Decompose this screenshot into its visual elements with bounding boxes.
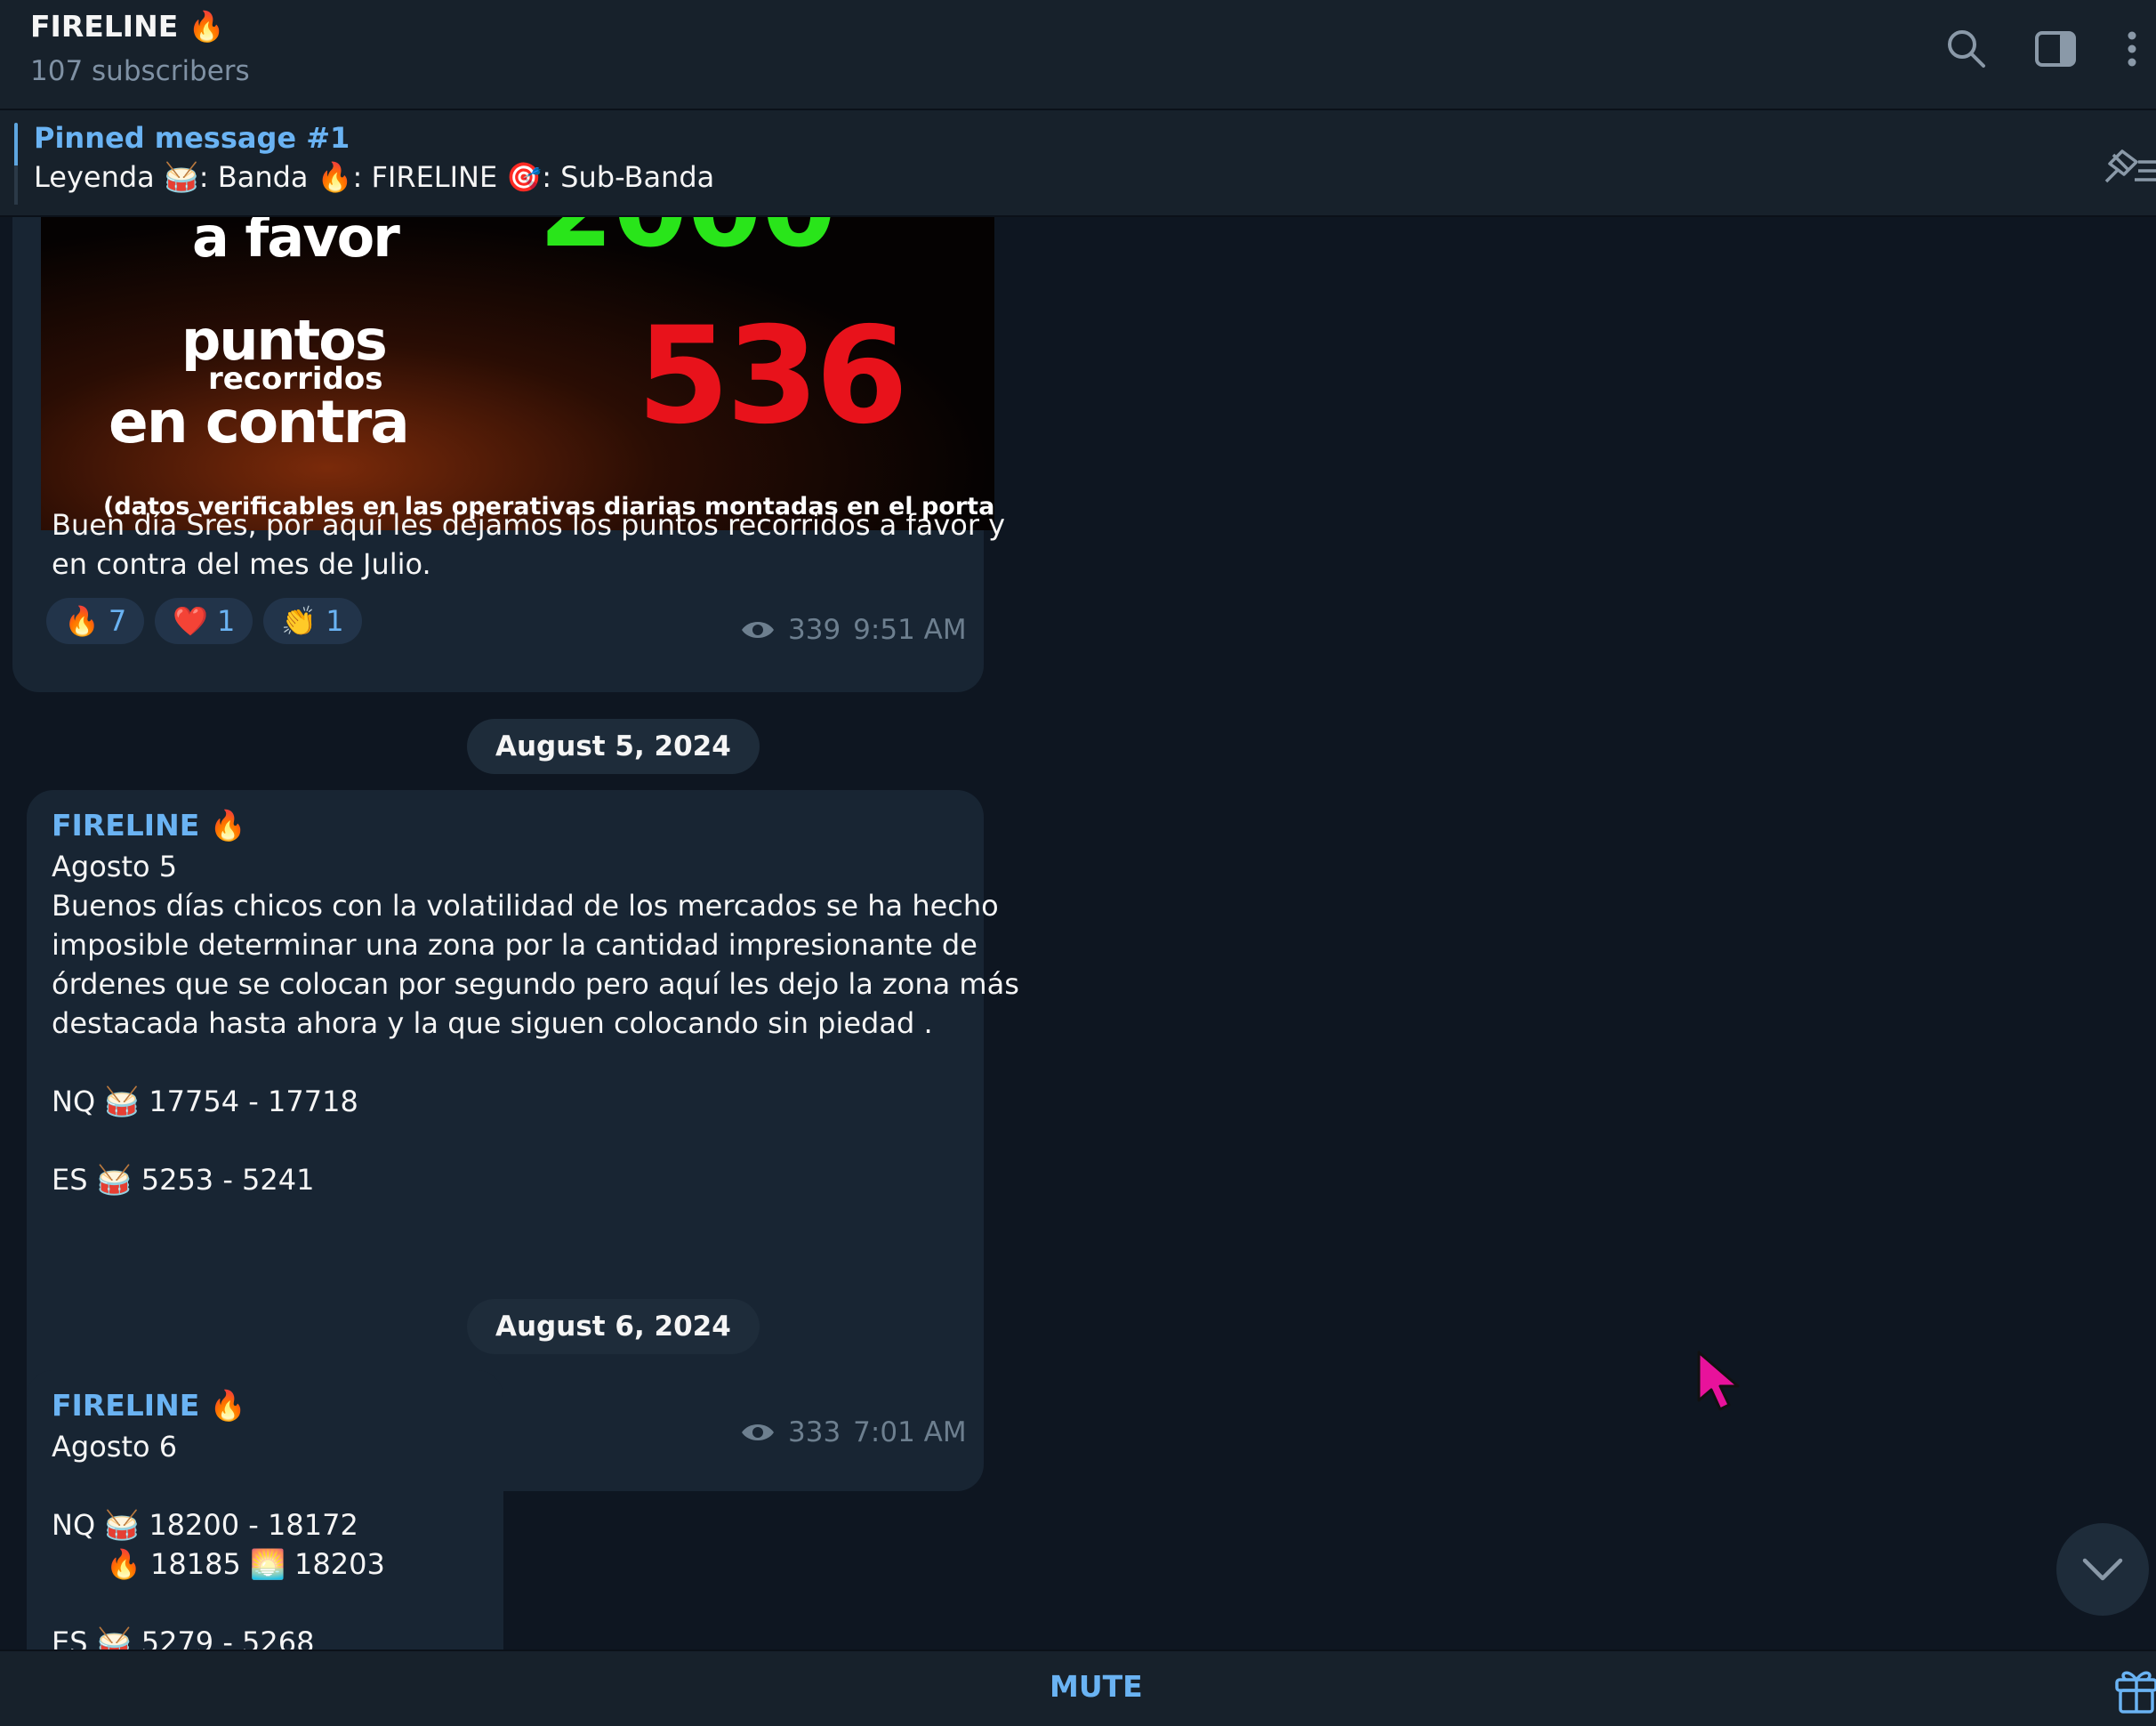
mouse-cursor-icon xyxy=(1697,1351,1740,1411)
message-text: Buen día Sres, por aquí les dejamos los … xyxy=(52,508,1006,581)
reaction-list: 🔥 7 ❤️ 1 👏 1 xyxy=(46,598,362,644)
more-vertical-icon[interactable] xyxy=(2112,25,2156,73)
photo-number-favor: 2000 xyxy=(539,217,836,271)
message-meta: 339 9:51 AM xyxy=(740,614,967,646)
reaction-clap[interactable]: 👏 1 xyxy=(263,598,362,644)
message-bubble[interactable]: a favor 2000 puntos recorridos en contra… xyxy=(12,217,1005,692)
chevron-down-icon xyxy=(2082,1558,2123,1581)
pinned-message-bar[interactable]: Pinned message #1 Leyenda 🥁: Banda 🔥: FI… xyxy=(0,110,2156,217)
message-sender[interactable]: FIRELINE 🔥 xyxy=(52,808,246,843)
reaction-emoji: 🔥 xyxy=(64,604,100,638)
date-separator: August 5, 2024 xyxy=(467,719,760,774)
reaction-emoji: 👏 xyxy=(281,604,318,638)
pinned-list-icon[interactable] xyxy=(2099,142,2156,189)
sidebar-toggle-icon[interactable] xyxy=(2031,25,2080,73)
gift-icon[interactable] xyxy=(2113,1664,2156,1714)
reaction-count: 7 xyxy=(108,604,127,638)
photo-text-en-contra: en contra xyxy=(109,388,410,456)
message-photo[interactable]: a favor 2000 puntos recorridos en contra… xyxy=(41,217,994,530)
photo-number-contra: 536 xyxy=(637,299,908,454)
message-text: Agosto 6 NQ 🥁 18200 - 18172 🔥 18185 🌅 18… xyxy=(52,1430,385,1649)
reaction-count: 1 xyxy=(326,604,344,638)
pinned-text: Leyenda 🥁: Banda 🔥: FIRELINE 🎯: Sub-Band… xyxy=(34,160,715,194)
message-sender[interactable]: FIRELINE 🔥 xyxy=(52,1388,246,1424)
views-eye-icon xyxy=(742,1424,774,1440)
reaction-count: 1 xyxy=(217,604,236,638)
reaction-fire[interactable]: 🔥 7 xyxy=(46,598,145,644)
message-bubble[interactable]: FIRELINE 🔥 Agosto 6 NQ 🥁 18200 - 18172 🔥… xyxy=(27,1370,503,1649)
photo-text-a-favor: a favor xyxy=(192,217,400,270)
message-text: Agosto 5 Buenos días chicos con la volat… xyxy=(52,850,1019,1197)
bottom-bar: MUTE xyxy=(0,1649,2156,1726)
pinned-title: Pinned message #1 xyxy=(34,121,350,155)
scroll-to-bottom-button[interactable] xyxy=(2056,1523,2149,1616)
channel-title[interactable]: FIRELINE 🔥 xyxy=(30,9,225,44)
views-eye-icon xyxy=(742,622,774,638)
message-time: 9:51 AM xyxy=(853,614,967,646)
chat-header: FIRELINE 🔥 107 subscribers xyxy=(0,0,2156,110)
pinned-indicator-secondary xyxy=(14,165,18,205)
reaction-emoji: ❤️ xyxy=(173,604,209,638)
message-list[interactable]: a favor 2000 puntos recorridos en contra… xyxy=(0,217,2156,1649)
view-count: 333 xyxy=(788,1416,841,1448)
message-meta: 333 7:01 AM xyxy=(740,1416,967,1448)
mute-button[interactable]: MUTE xyxy=(1050,1669,1143,1704)
reaction-heart[interactable]: ❤️ 1 xyxy=(155,598,253,644)
message-time: 7:01 AM xyxy=(853,1416,967,1448)
view-count: 339 xyxy=(788,614,841,646)
date-separator: August 6, 2024 xyxy=(467,1299,760,1354)
subscriber-count: 107 subscribers xyxy=(30,55,250,87)
search-icon[interactable] xyxy=(1943,25,1991,73)
